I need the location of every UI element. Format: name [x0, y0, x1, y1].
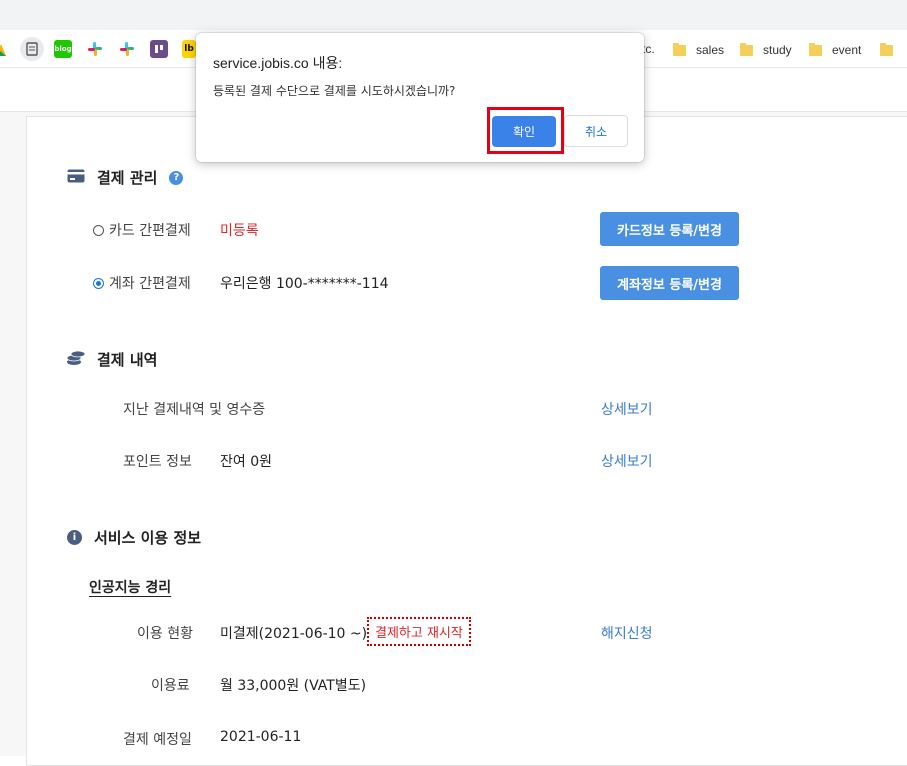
slack-bookmark-icon[interactable]	[86, 40, 104, 58]
fee-label: 이용료	[151, 678, 190, 694]
bookmark-folder-label: sales	[696, 43, 725, 57]
bookmark-folder-sales[interactable]: sales	[673, 41, 724, 59]
bookmark-folder-event[interactable]: event	[809, 41, 861, 59]
product-name: 인공지능 경리	[89, 580, 172, 596]
usage-status-label: 이용 현황	[137, 626, 193, 642]
folder-icon	[673, 42, 686, 56]
ok-button-highlight	[487, 107, 564, 154]
account-register-button[interactable]: 계좌정보 등록/변경	[600, 266, 739, 300]
blog-bookmark-icon[interactable]: blog	[54, 40, 72, 58]
confirm-dialog: service.jobis.co 내용: 등록된 결제 수단으로 결제를 시도하…	[196, 33, 644, 162]
radio-circle-selected	[93, 277, 104, 289]
radio-circle	[93, 224, 104, 236]
folder-icon	[880, 42, 893, 56]
content-card	[26, 116, 907, 766]
history-detail-link[interactable]: 상세보기	[601, 399, 653, 419]
section-title-text: 서비스 이용 정보	[94, 529, 202, 547]
card-register-button[interactable]: 카드정보 등록/변경	[600, 212, 739, 246]
browser-tab-strip	[0, 0, 907, 30]
drive-bookmark-icon[interactable]	[0, 41, 6, 56]
credit-card-icon	[67, 169, 85, 187]
dialog-cancel-button[interactable]: 취소	[564, 115, 628, 147]
blog-bookmark-label: blog	[54, 45, 72, 53]
lb-bookmark-label: lb	[184, 44, 194, 54]
slack-bookmark-icon-2[interactable]	[118, 40, 136, 58]
bookmark-folder-label: event	[832, 43, 862, 57]
account-payment-radio[interactable]: 계좌 간편결제	[93, 273, 191, 293]
trello-bookmark-icon[interactable]	[150, 40, 168, 58]
history-receipt-label: 지난 결제내역 및 영수증	[123, 402, 266, 418]
payment-history-heading: 결제 내역	[66, 349, 158, 370]
dialog-title: service.jobis.co 내용:	[213, 55, 343, 71]
account-payment-label: 계좌 간편결제	[109, 276, 191, 292]
card-payment-radio[interactable]: 카드 간편결제	[93, 220, 191, 240]
lb-bookmark-icon[interactable]: lb	[182, 40, 196, 58]
card-payment-label: 카드 간편결제	[109, 223, 191, 239]
point-info-value: 잔여 0원	[220, 454, 272, 470]
retry-payment-link[interactable]: 결제하고 재시작	[367, 617, 471, 646]
usage-status-value: 미결제(2021-06-10 ~)	[220, 626, 368, 642]
payment-management-heading: 결제 관리 ?	[67, 167, 184, 188]
point-info-label: 포인트 정보	[123, 454, 192, 470]
help-icon[interactable]: ?	[169, 170, 184, 185]
folder-icon	[740, 42, 753, 56]
card-status: 미등록	[220, 223, 259, 239]
dialog-message: 등록된 결제 수단으로 결제를 시도하시겠습니까?	[213, 84, 456, 98]
fee-value: 월 33,000원 (VAT별도)	[220, 678, 367, 694]
account-value: 우리은행 100-*******-114	[220, 276, 389, 292]
extension-bookmark-icon[interactable]	[20, 37, 44, 61]
info-icon: i	[67, 530, 82, 545]
due-date-label: 결제 예정일	[123, 732, 192, 748]
point-detail-link[interactable]: 상세보기	[601, 451, 653, 471]
folder-icon	[809, 42, 822, 56]
bookmark-folder-study[interactable]: study	[740, 41, 792, 59]
coins-icon	[66, 349, 86, 370]
bookmark-folder-label: study	[763, 43, 792, 57]
bookmark-folder-overflow[interactable]	[880, 41, 903, 59]
section-title-text: 결제 관리	[97, 169, 158, 187]
service-info-heading: i 서비스 이용 정보	[67, 527, 201, 548]
cancel-subscription-link[interactable]: 해지신청	[601, 623, 653, 643]
section-title-text: 결제 내역	[97, 351, 158, 369]
due-date-value: 2021-06-11	[220, 729, 302, 745]
